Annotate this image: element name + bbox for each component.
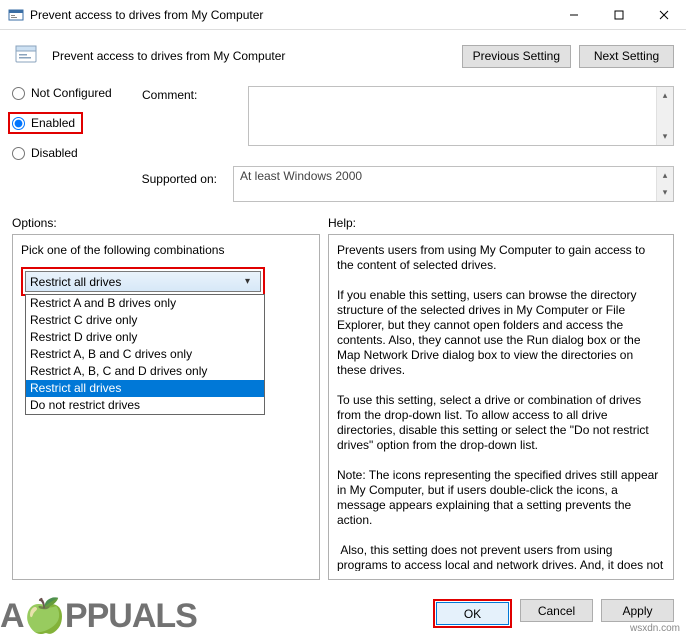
previous-setting-button[interactable]: Previous Setting <box>462 45 571 68</box>
supported-label: Supported on: <box>12 166 217 202</box>
pick-combination-label: Pick one of the following combinations <box>21 243 311 257</box>
next-setting-button[interactable]: Next Setting <box>579 45 674 68</box>
maximize-button[interactable] <box>596 0 641 30</box>
scroll-down-icon[interactable]: ▾ <box>657 184 673 201</box>
scroll-down-icon[interactable]: ▾ <box>657 128 673 145</box>
ok-highlight: OK <box>433 599 512 628</box>
logo-part2: PPUALS <box>65 597 197 635</box>
radio-disabled-label: Disabled <box>31 146 78 160</box>
section-labels: Options: Help: <box>0 212 686 232</box>
title-bar: Prevent access to drives from My Compute… <box>0 0 686 30</box>
comment-label: Comment: <box>142 86 232 102</box>
state-row: Not Configured Enabled Disabled Comment:… <box>0 78 686 160</box>
drive-restriction-dropdown[interactable]: Restrict A and B drives only Restrict C … <box>25 294 265 415</box>
apply-button[interactable]: Apply <box>601 599 674 622</box>
close-button[interactable] <box>641 0 686 30</box>
supported-row: Supported on: At least Windows 2000 ▴ ▾ <box>0 160 686 212</box>
radio-enabled-highlight: Enabled <box>8 112 83 134</box>
radio-enabled-input[interactable] <box>12 117 25 130</box>
drive-restriction-combo[interactable]: Restrict all drives ▾ <box>25 271 261 292</box>
ok-button[interactable]: OK <box>436 602 509 625</box>
scroll-track[interactable] <box>657 104 673 128</box>
supported-scrollbar[interactable]: ▴ ▾ <box>656 167 673 201</box>
supported-box: At least Windows 2000 ▴ ▾ <box>233 166 674 202</box>
content-row: Pick one of the following combinations R… <box>0 232 686 580</box>
combo-option-selected[interactable]: Restrict all drives <box>26 380 264 397</box>
radio-not-configured-label: Not Configured <box>31 86 112 100</box>
policy-icon <box>12 40 44 72</box>
scroll-up-icon[interactable]: ▴ <box>657 167 673 184</box>
help-panel: Prevents users from using My Computer to… <box>328 234 674 580</box>
combo-option[interactable]: Restrict A, B and C drives only <box>26 346 264 363</box>
options-label: Options: <box>12 216 328 230</box>
supported-value: At least Windows 2000 <box>234 167 656 201</box>
combo-option[interactable]: Restrict D drive only <box>26 329 264 346</box>
combo-option[interactable]: Restrict A, B, C and D drives only <box>26 363 264 380</box>
window-title: Prevent access to drives from My Compute… <box>30 8 551 22</box>
state-column: Not Configured Enabled Disabled <box>12 86 122 160</box>
comment-column: Comment: ▴ ▾ <box>142 86 674 160</box>
combo-option[interactable]: Restrict A and B drives only <box>26 295 264 312</box>
minimize-button[interactable] <box>551 0 596 30</box>
comment-box: ▴ ▾ <box>248 86 674 146</box>
cancel-button[interactable]: Cancel <box>520 599 593 622</box>
help-label: Help: <box>328 216 674 230</box>
watermark: wsxdn.com <box>630 623 680 634</box>
combo-highlight: Restrict all drives ▾ Restrict A and B d… <box>21 267 265 296</box>
combo-option[interactable]: Do not restrict drives <box>26 397 264 414</box>
apple-icon: 🍏 <box>24 597 65 635</box>
combo-option[interactable]: Restrict C drive only <box>26 312 264 329</box>
logo-part1: A <box>0 597 24 635</box>
options-panel: Pick one of the following combinations R… <box>12 234 320 580</box>
help-text: Prevents users from using My Computer to… <box>337 243 665 571</box>
radio-enabled[interactable]: Enabled <box>12 116 75 130</box>
app-icon <box>8 7 24 23</box>
radio-disabled[interactable]: Disabled <box>12 146 122 160</box>
radio-not-configured-input[interactable] <box>12 87 25 100</box>
radio-disabled-input[interactable] <box>12 147 25 160</box>
chevron-down-icon: ▾ <box>239 276 256 287</box>
radio-not-configured[interactable]: Not Configured <box>12 86 122 100</box>
comment-scrollbar[interactable]: ▴ ▾ <box>656 87 673 145</box>
policy-header: Prevent access to drives from My Compute… <box>0 30 686 78</box>
comment-textarea[interactable] <box>249 87 656 145</box>
combo-selected-value: Restrict all drives <box>30 275 239 289</box>
policy-title: Prevent access to drives from My Compute… <box>52 49 454 63</box>
site-logo: A🍏PPUALS <box>0 596 197 636</box>
scroll-up-icon[interactable]: ▴ <box>657 87 673 104</box>
radio-enabled-label: Enabled <box>31 116 75 130</box>
